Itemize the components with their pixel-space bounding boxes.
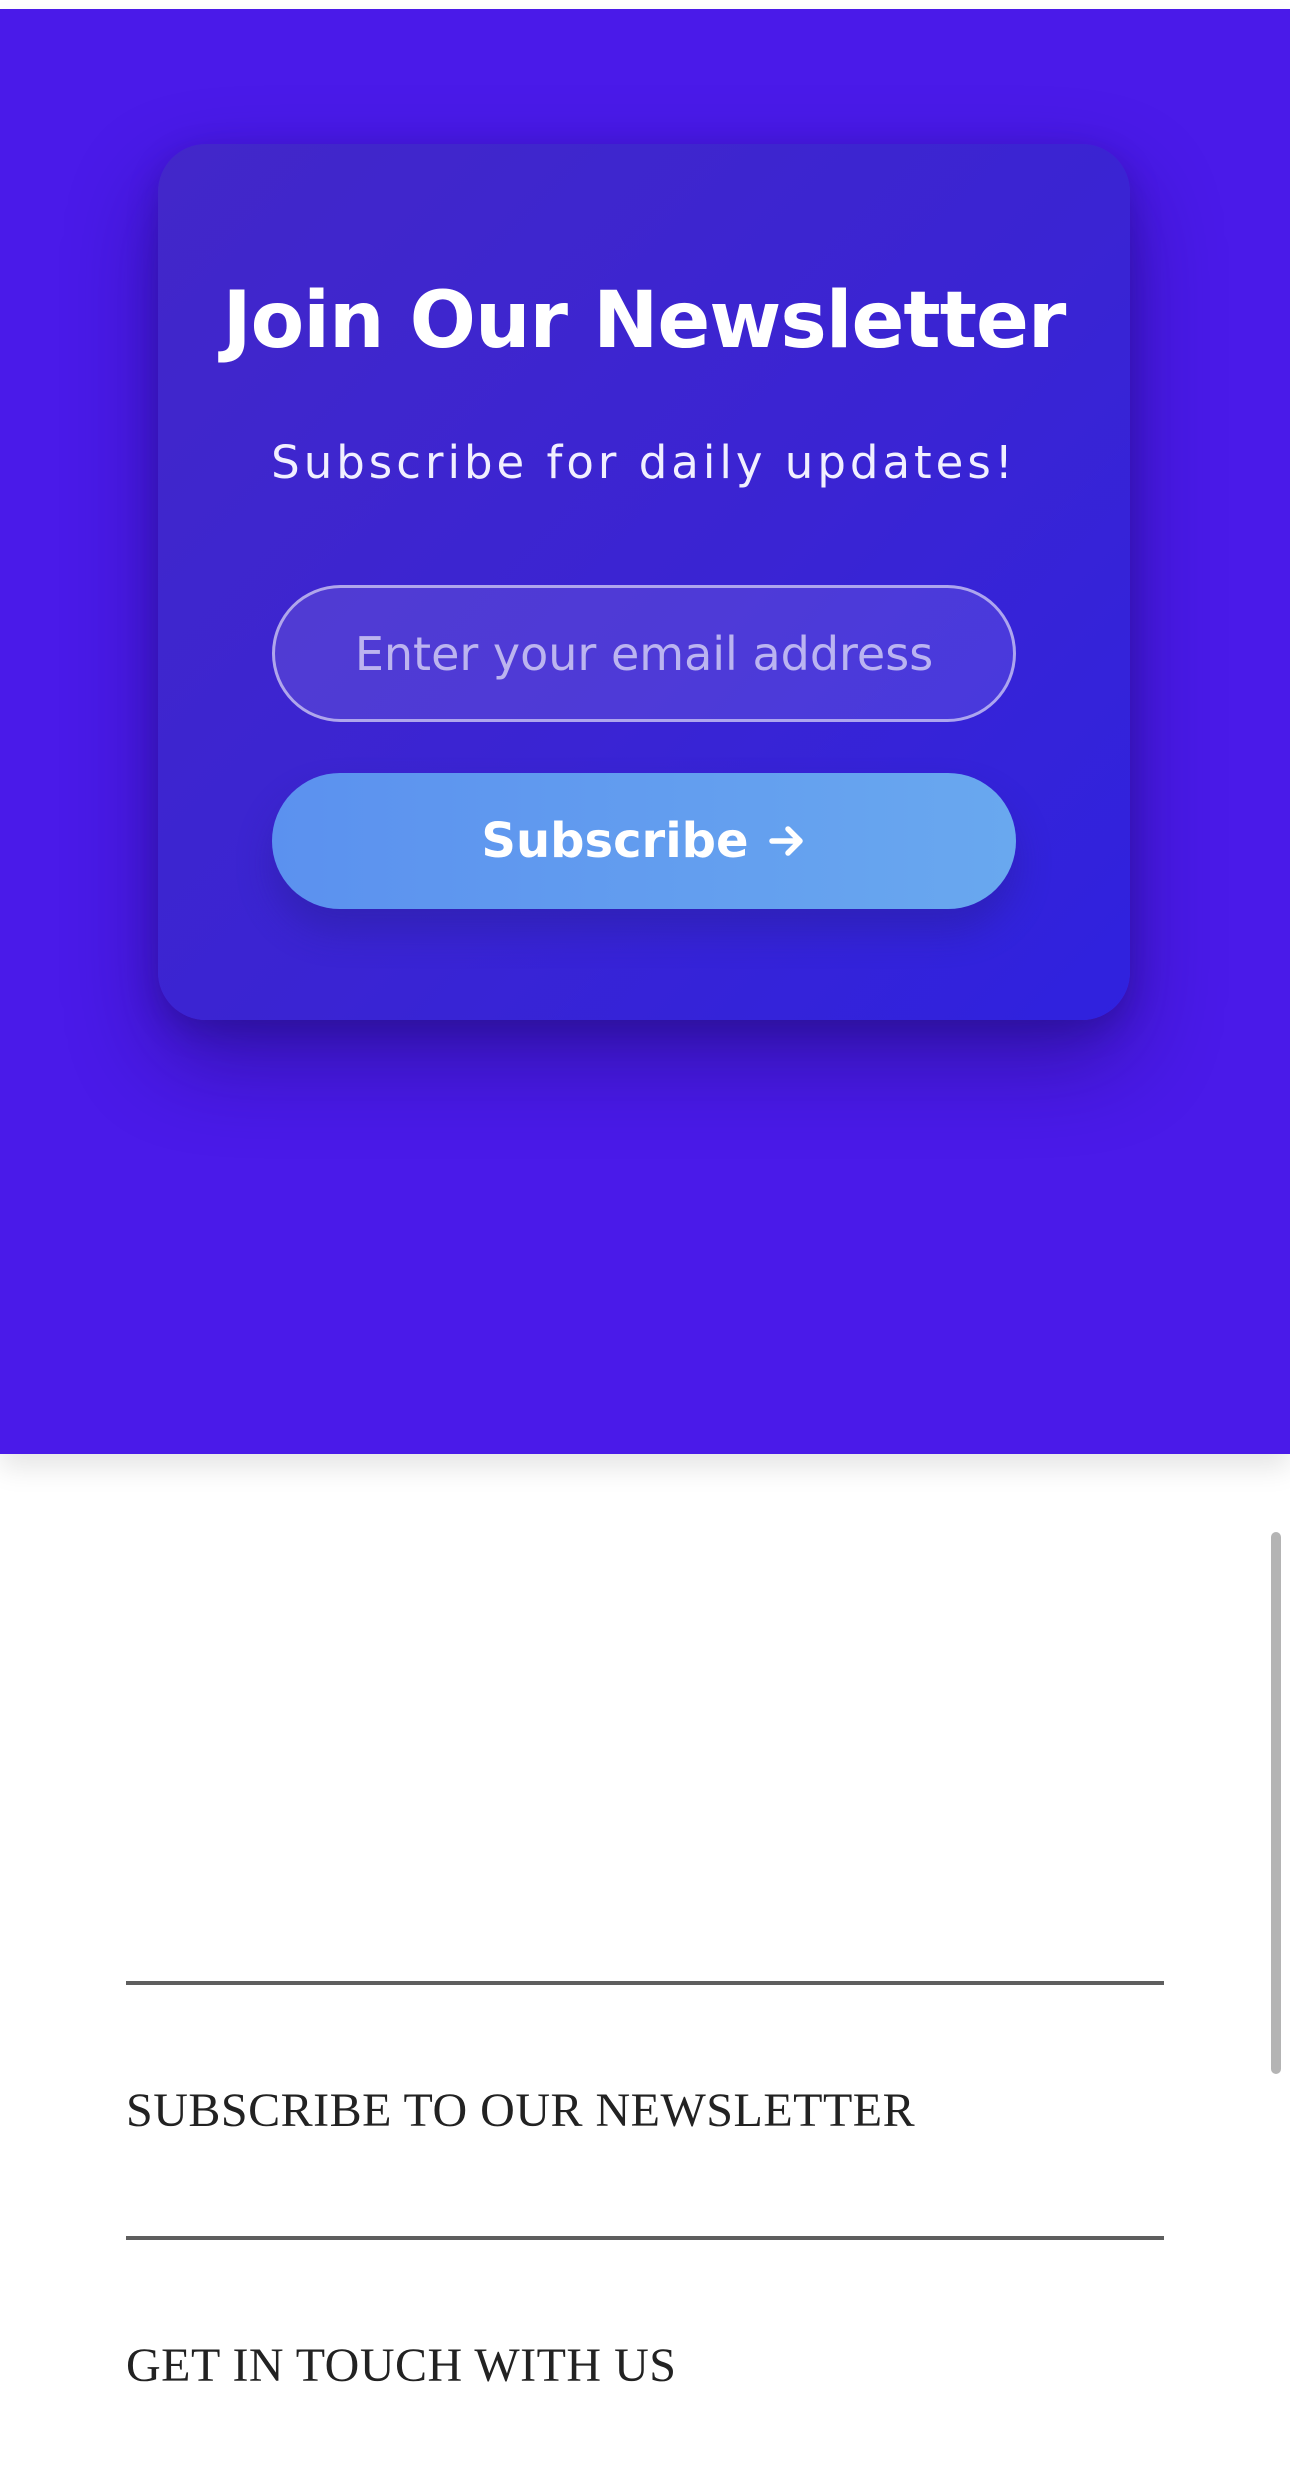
newsletter-hero: Join Our Newsletter Subscribe for daily … bbox=[0, 9, 1290, 1454]
footer-heading-newsletter[interactable]: SUBSCRIBE TO OUR NEWSLETTER bbox=[126, 2087, 915, 2135]
subscribe-button-label: Subscribe bbox=[481, 813, 749, 869]
newsletter-title: Join Our Newsletter bbox=[222, 276, 1067, 366]
footer-divider bbox=[126, 2236, 1164, 2240]
newsletter-card: Join Our Newsletter Subscribe for daily … bbox=[158, 144, 1130, 1020]
top-edge bbox=[0, 0, 1290, 9]
subscribe-button[interactable]: Subscribe bbox=[272, 773, 1016, 909]
footer-divider bbox=[126, 1981, 1164, 1985]
scrollbar[interactable] bbox=[1271, 1532, 1281, 2074]
email-input[interactable] bbox=[272, 585, 1016, 722]
arrow-right-icon bbox=[768, 826, 803, 856]
newsletter-subtitle: Subscribe for daily updates! bbox=[271, 436, 1017, 489]
footer-heading-contact[interactable]: GET IN TOUCH WITH US bbox=[126, 2342, 676, 2390]
